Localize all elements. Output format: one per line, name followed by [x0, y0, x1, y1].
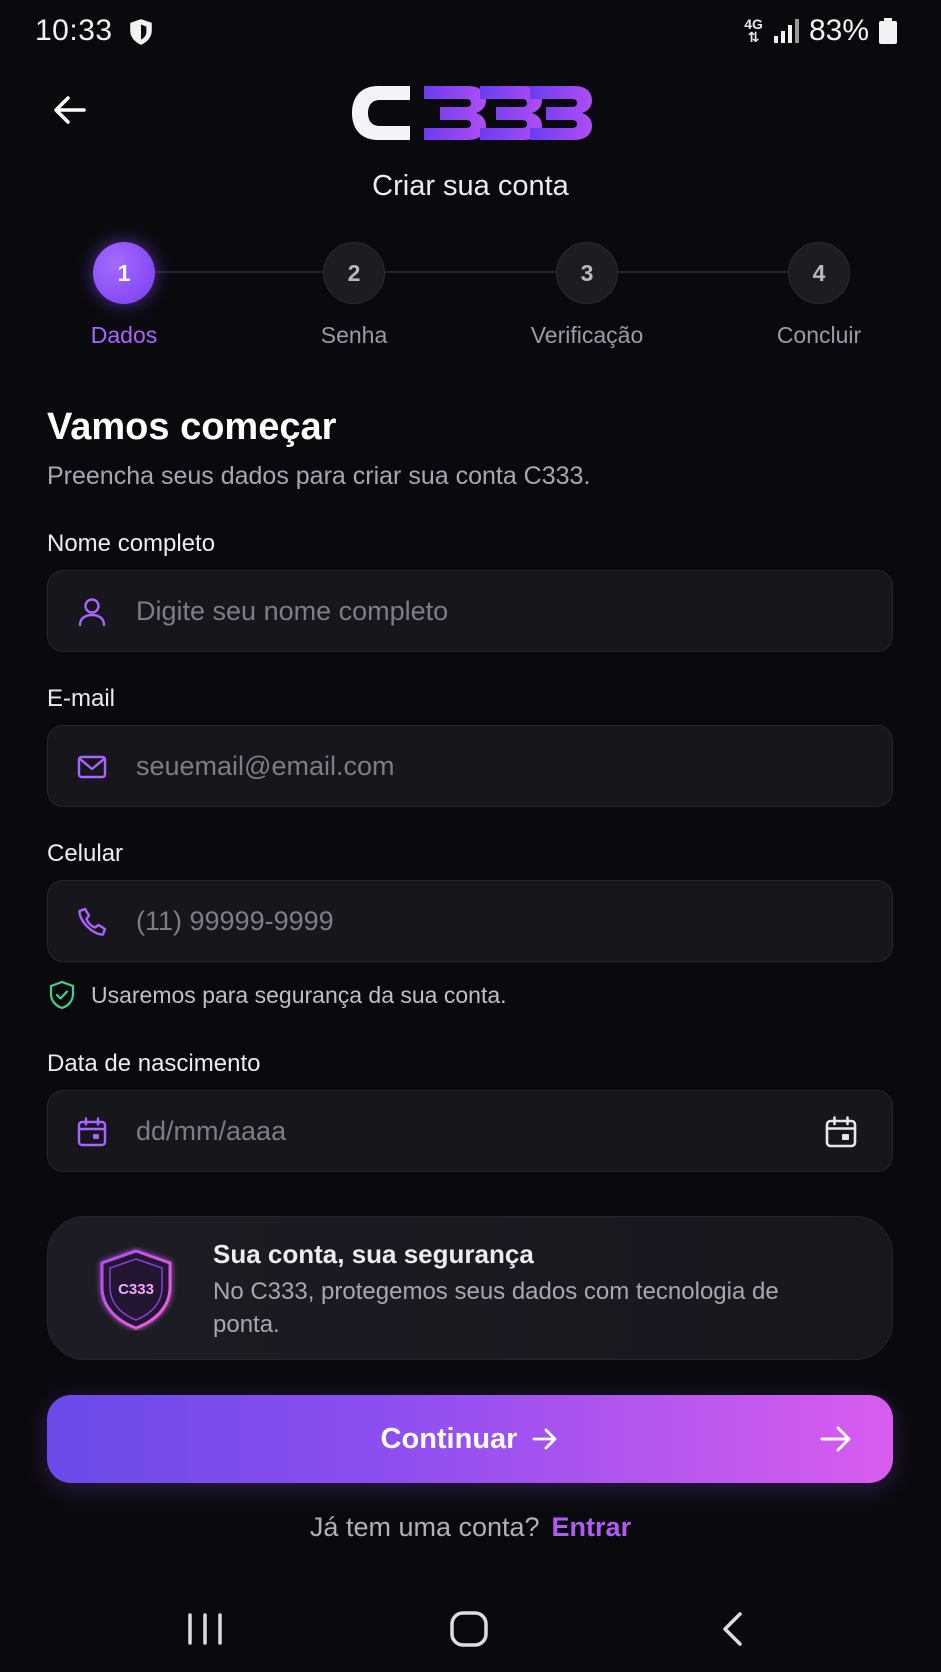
phone-input[interactable]: [136, 881, 812, 961]
email-input[interactable]: [136, 726, 812, 806]
name-field[interactable]: [47, 570, 893, 652]
phone-hint-text: Usaremos para segurança da sua conta.: [91, 981, 507, 1008]
step-1-label: Dados: [90, 322, 158, 348]
name-label: Nome completo: [47, 530, 216, 557]
status-indicators: 4G ⇅ 83%: [744, 14, 897, 48]
phone-icon: [78, 907, 107, 936]
battery-icon: [879, 18, 897, 44]
phone-label: Celular: [47, 840, 124, 867]
security-card-title: Sua conta, sua segurança: [213, 1239, 534, 1269]
birthdate-input[interactable]: [136, 1091, 812, 1171]
step-1-circle[interactable]: 1: [93, 242, 155, 304]
network-type: 4G: [744, 16, 763, 32]
step-3-label: Verificação: [530, 322, 644, 348]
calendar-icon: [77, 1117, 107, 1147]
login-link[interactable]: Entrar: [552, 1512, 632, 1542]
user-icon: [78, 598, 106, 627]
phone-hint: Usaremos para segurança da sua conta.: [47, 980, 507, 1010]
calendar-picker-icon[interactable]: [824, 1115, 858, 1149]
status-time: 10:33: [35, 14, 113, 47]
stepper-track: [124, 271, 819, 273]
recent-apps-icon[interactable]: [186, 1612, 224, 1646]
step-2-circle[interactable]: 2: [323, 242, 385, 304]
home-icon[interactable]: [449, 1610, 489, 1648]
battery-level: 83%: [808, 14, 869, 47]
mail-icon: [77, 755, 107, 779]
birthdate-field[interactable]: [47, 1090, 893, 1172]
login-prompt: Já tem uma conta?: [309, 1512, 540, 1542]
email-label: E-mail: [47, 685, 116, 712]
security-card: C333 Sua conta, sua segurança No C333, p…: [47, 1216, 893, 1360]
shield-badge-icon: C333: [100, 1249, 172, 1330]
signal-icon: [773, 19, 799, 43]
step-4-circle[interactable]: 4: [788, 242, 850, 304]
shield-badge-text: C333: [118, 1281, 154, 1298]
continue-label: Continuar: [380, 1422, 518, 1455]
step-4-label: Concluir: [776, 322, 862, 348]
logo: [352, 86, 592, 140]
section-description: Preencha seus dados para criar sua conta…: [47, 462, 591, 490]
shield-check-icon: [49, 980, 75, 1010]
arrow-right-icon: [533, 1428, 557, 1450]
phone-field[interactable]: [47, 880, 893, 962]
back-arrow-icon[interactable]: [50, 90, 90, 130]
login-row: Já tem uma conta? Entrar: [0, 1512, 941, 1543]
security-card-text: No C333, protegemos seus dados com tecno…: [213, 1278, 779, 1338]
birthdate-label: Data de nascimento: [47, 1050, 261, 1077]
shield-icon: [130, 19, 152, 45]
name-input[interactable]: [136, 571, 812, 651]
arrow-right-icon: [820, 1426, 851, 1452]
nav-back-icon[interactable]: [718, 1610, 746, 1648]
step-2-label: Senha: [320, 322, 388, 348]
section-title: Vamos começar: [47, 406, 337, 448]
step-3-circle[interactable]: 3: [556, 242, 618, 304]
page-subtitle: Criar sua conta: [372, 170, 569, 202]
network-indicator: 4G ⇅: [744, 16, 763, 45]
email-field[interactable]: [47, 725, 893, 807]
continue-button[interactable]: Continuar: [47, 1395, 893, 1483]
